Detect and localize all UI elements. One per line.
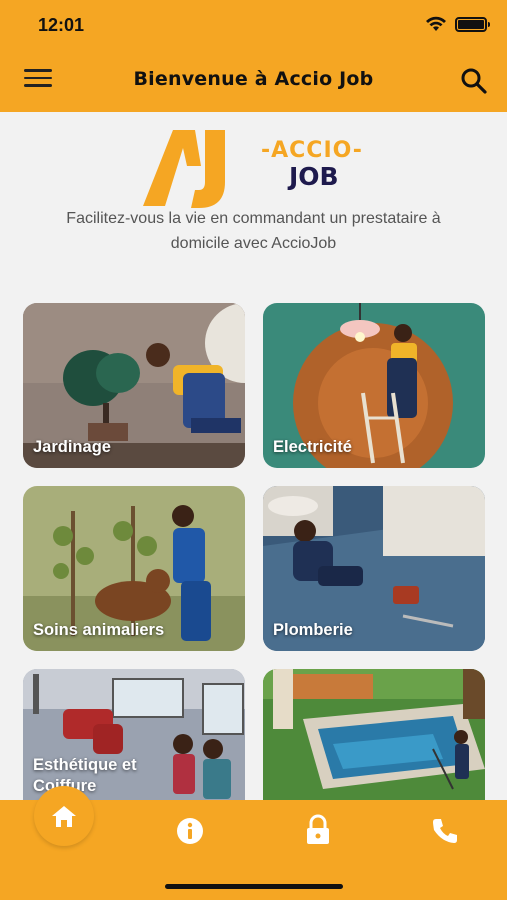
logo-job-text: JOB <box>289 162 339 191</box>
status-time: 12:01 <box>38 15 85 35</box>
tagline: Facilitez-vous la vie en commandant un p… <box>0 206 507 256</box>
logo-accio-text: -ACCIO- <box>261 138 363 163</box>
status-bar: 12:01 <box>0 0 507 50</box>
page-title: Bienvenue à Accio Job <box>133 68 374 90</box>
phone-icon[interactable] <box>430 816 460 846</box>
nav-home-button[interactable] <box>34 786 94 846</box>
app-screen: 12:01 Bienvenue à Accio Job -ACCIO- JOB <box>0 0 507 900</box>
category-card-esthetique-coiffure[interactable]: Esthétique et Coiffure <box>23 669 245 801</box>
wifi-icon <box>426 16 446 31</box>
tagline-line-2: domicile avec AccioJob <box>170 235 337 252</box>
accio-job-logo: -ACCIO- JOB <box>143 126 373 210</box>
app-header: Bienvenue à Accio Job <box>0 52 507 108</box>
category-label: Plomberie <box>273 621 353 639</box>
search-icon[interactable] <box>459 66 489 96</box>
category-card-pool[interactable] <box>263 669 485 801</box>
lock-icon[interactable] <box>304 814 332 846</box>
status-icons <box>425 16 490 32</box>
category-card-electricite[interactable]: Electricité <box>263 303 485 468</box>
battery-icon <box>455 16 490 32</box>
category-card-jardinage[interactable]: Jardinage <box>23 303 245 468</box>
aj-monogram <box>143 130 225 208</box>
tagline-line-1: Facilitez-vous la vie en commandant un p… <box>66 210 441 227</box>
home-indicator <box>165 884 343 889</box>
category-card-plomberie[interactable]: Plomberie <box>263 486 485 651</box>
home-icon <box>52 806 76 827</box>
category-label: Jardinage <box>33 438 111 456</box>
category-label: Electricité <box>273 438 352 456</box>
category-card-soins-animaliers[interactable]: Soins animaliers <box>23 486 245 651</box>
info-icon[interactable] <box>175 816 205 846</box>
category-label: Soins animaliers <box>33 621 165 639</box>
pool-illustration <box>263 669 485 801</box>
